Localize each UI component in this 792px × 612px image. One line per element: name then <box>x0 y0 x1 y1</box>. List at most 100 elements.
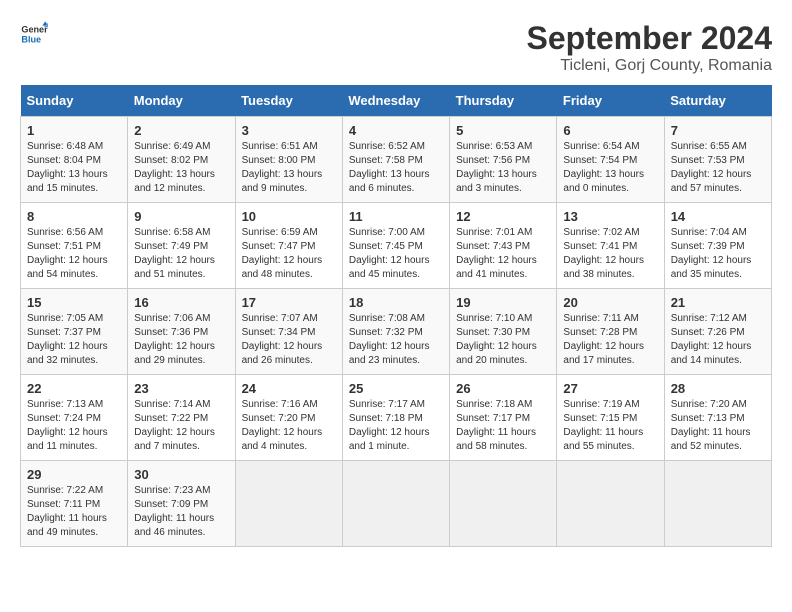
day-number: 14 <box>671 209 765 224</box>
calendar-cell-24: 24 Sunrise: 7:16 AMSunset: 7:20 PMDayligh… <box>235 375 342 461</box>
day-info: Sunrise: 7:18 AMSunset: 7:17 PMDaylight:… <box>456 399 536 452</box>
day-info: Sunrise: 7:02 AMSunset: 7:41 PMDaylight:… <box>563 227 644 280</box>
day-number: 20 <box>563 295 657 310</box>
day-number: 22 <box>27 381 121 396</box>
page-title: September 2024 <box>527 20 772 57</box>
day-number: 8 <box>27 209 121 224</box>
page-header: General Blue September 2024 Ticleni, Gor… <box>20 20 772 75</box>
calendar-cell-16: 16 Sunrise: 7:06 AMSunset: 7:36 PMDayligh… <box>128 289 235 375</box>
day-number: 9 <box>134 209 228 224</box>
day-info: Sunrise: 6:54 AMSunset: 7:54 PMDaylight:… <box>563 141 644 194</box>
day-number: 3 <box>242 123 336 138</box>
day-number: 27 <box>563 381 657 396</box>
day-number: 24 <box>242 381 336 396</box>
title-section: September 2024 Ticleni, Gorj County, Rom… <box>527 20 772 75</box>
calendar-cell-27: 27 Sunrise: 7:19 AMSunset: 7:15 PMDayligh… <box>557 375 664 461</box>
day-info: Sunrise: 7:22 AMSunset: 7:11 PMDaylight:… <box>27 485 107 538</box>
calendar-cell-17: 17 Sunrise: 7:07 AMSunset: 7:34 PMDayligh… <box>235 289 342 375</box>
calendar-cell-3: 3 Sunrise: 6:51 AMSunset: 8:00 PMDaylight… <box>235 117 342 203</box>
day-number: 4 <box>349 123 443 138</box>
day-number: 17 <box>242 295 336 310</box>
day-number: 19 <box>456 295 550 310</box>
header-tuesday: Tuesday <box>235 85 342 117</box>
calendar-cell-empty <box>342 461 449 547</box>
page-subtitle: Ticleni, Gorj County, Romania <box>527 57 772 75</box>
day-info: Sunrise: 7:12 AMSunset: 7:26 PMDaylight:… <box>671 313 752 366</box>
calendar-cell-18: 18 Sunrise: 7:08 AMSunset: 7:32 PMDayligh… <box>342 289 449 375</box>
calendar-cell-14: 14 Sunrise: 7:04 AMSunset: 7:39 PMDayligh… <box>664 203 771 289</box>
calendar-cell-empty <box>557 461 664 547</box>
calendar-cell-2: 2Sunrise: 6:49 AMSunset: 8:02 PMDaylight… <box>128 117 235 203</box>
day-info: Sunrise: 7:13 AMSunset: 7:24 PMDaylight:… <box>27 399 108 452</box>
day-number: 15 <box>27 295 121 310</box>
calendar-cell-20: 20Sunrise: 7:11 AMSunset: 7:28 PMDayligh… <box>557 289 664 375</box>
day-number: 21 <box>671 295 765 310</box>
calendar-cell-23: 23 Sunrise: 7:14 AMSunset: 7:22 PMDayligh… <box>128 375 235 461</box>
day-number: 7 <box>671 123 765 138</box>
day-number: 13 <box>563 209 657 224</box>
calendar-cell-22: 22 Sunrise: 7:13 AMSunset: 7:24 PMDayligh… <box>21 375 128 461</box>
calendar-cell-30: 30 Sunrise: 7:23 AMSunset: 7:09 PMDayligh… <box>128 461 235 547</box>
calendar-cell-1: 1 Sunrise: 6:48 AMSunset: 8:04 PMDaylight… <box>21 117 128 203</box>
day-number: 12 <box>456 209 550 224</box>
day-number: 26 <box>456 381 550 396</box>
header-wednesday: Wednesday <box>342 85 449 117</box>
day-number: 18 <box>349 295 443 310</box>
calendar-cell-7: 7 Sunrise: 6:55 AMSunset: 7:53 PMDaylight… <box>664 117 771 203</box>
day-info: Sunrise: 7:00 AMSunset: 7:45 PMDaylight:… <box>349 227 430 280</box>
day-number: 30 <box>134 467 228 482</box>
calendar-cell-4: 4 Sunrise: 6:52 AMSunset: 7:58 PMDaylight… <box>342 117 449 203</box>
day-info: Sunrise: 7:16 AMSunset: 7:20 PMDaylight:… <box>242 399 323 452</box>
calendar-cell-empty <box>664 461 771 547</box>
calendar-cell-25: 25 Sunrise: 7:17 AMSunset: 7:18 PMDayligh… <box>342 375 449 461</box>
day-info: Sunrise: 7:05 AMSunset: 7:37 PMDaylight:… <box>27 313 108 366</box>
logo-icon: General Blue <box>20 20 48 48</box>
day-info: Sunrise: 6:59 AMSunset: 7:47 PMDaylight:… <box>242 227 323 280</box>
day-info: Sunrise: 7:04 AMSunset: 7:39 PMDaylight:… <box>671 227 752 280</box>
calendar-cell-26: 26 Sunrise: 7:18 AMSunset: 7:17 PMDayligh… <box>450 375 557 461</box>
day-number: 29 <box>27 467 121 482</box>
calendar-cell-6: 6Sunrise: 6:54 AMSunset: 7:54 PMDaylight… <box>557 117 664 203</box>
day-info: Sunrise: 6:55 AMSunset: 7:53 PMDaylight:… <box>671 141 752 194</box>
day-info: Sunrise: 6:48 AMSunset: 8:04 PMDaylight:… <box>27 141 108 194</box>
day-number: 23 <box>134 381 228 396</box>
calendar-cell-11: 11 Sunrise: 7:00 AMSunset: 7:45 PMDayligh… <box>342 203 449 289</box>
calendar-header-row: Sunday Monday Tuesday Wednesday Thursday… <box>21 85 772 117</box>
day-number: 5 <box>456 123 550 138</box>
header-sunday: Sunday <box>21 85 128 117</box>
day-info: Sunrise: 7:20 AMSunset: 7:13 PMDaylight:… <box>671 399 751 452</box>
day-number: 11 <box>349 209 443 224</box>
day-number: 25 <box>349 381 443 396</box>
day-info: Sunrise: 6:51 AMSunset: 8:00 PMDaylight:… <box>242 141 323 194</box>
day-info: Sunrise: 7:08 AMSunset: 7:32 PMDaylight:… <box>349 313 430 366</box>
header-saturday: Saturday <box>664 85 771 117</box>
day-number: 1 <box>27 123 121 138</box>
calendar-cell-12: 12Sunrise: 7:01 AMSunset: 7:43 PMDayligh… <box>450 203 557 289</box>
day-info: Sunrise: 7:06 AMSunset: 7:36 PMDaylight:… <box>134 313 215 366</box>
day-info: Sunrise: 7:19 AMSunset: 7:15 PMDaylight:… <box>563 399 643 452</box>
header-thursday: Thursday <box>450 85 557 117</box>
calendar-cell-21: 21 Sunrise: 7:12 AMSunset: 7:26 PMDayligh… <box>664 289 771 375</box>
svg-text:General: General <box>21 25 48 35</box>
calendar-cell-empty <box>450 461 557 547</box>
calendar-cell-19: 19 Sunrise: 7:10 AMSunset: 7:30 PMDayligh… <box>450 289 557 375</box>
calendar-cell-13: 13 Sunrise: 7:02 AMSunset: 7:41 PMDayligh… <box>557 203 664 289</box>
calendar-cell-empty <box>235 461 342 547</box>
calendar-table: Sunday Monday Tuesday Wednesday Thursday… <box>20 85 772 547</box>
day-info: Sunrise: 7:07 AMSunset: 7:34 PMDaylight:… <box>242 313 323 366</box>
day-info: Sunrise: 6:53 AMSunset: 7:56 PMDaylight:… <box>456 141 537 194</box>
header-friday: Friday <box>557 85 664 117</box>
calendar-cell-29: 29 Sunrise: 7:22 AMSunset: 7:11 PMDayligh… <box>21 461 128 547</box>
day-info: Sunrise: 7:14 AMSunset: 7:22 PMDaylight:… <box>134 399 215 452</box>
day-number: 16 <box>134 295 228 310</box>
day-info: Sunrise: 7:23 AMSunset: 7:09 PMDaylight:… <box>134 485 214 538</box>
day-info: Sunrise: 7:17 AMSunset: 7:18 PMDaylight:… <box>349 399 430 452</box>
calendar-cell-15: 15 Sunrise: 7:05 AMSunset: 7:37 PMDayligh… <box>21 289 128 375</box>
calendar-cell-28: 28 Sunrise: 7:20 AMSunset: 7:13 PMDayligh… <box>664 375 771 461</box>
day-number: 10 <box>242 209 336 224</box>
day-number: 28 <box>671 381 765 396</box>
calendar-cell-9: 9Sunrise: 6:58 AMSunset: 7:49 PMDaylight… <box>128 203 235 289</box>
calendar-cell-5: 5 Sunrise: 6:53 AMSunset: 7:56 PMDaylight… <box>450 117 557 203</box>
day-info: Sunrise: 7:10 AMSunset: 7:30 PMDaylight:… <box>456 313 537 366</box>
day-info: Sunrise: 6:52 AMSunset: 7:58 PMDaylight:… <box>349 141 430 194</box>
